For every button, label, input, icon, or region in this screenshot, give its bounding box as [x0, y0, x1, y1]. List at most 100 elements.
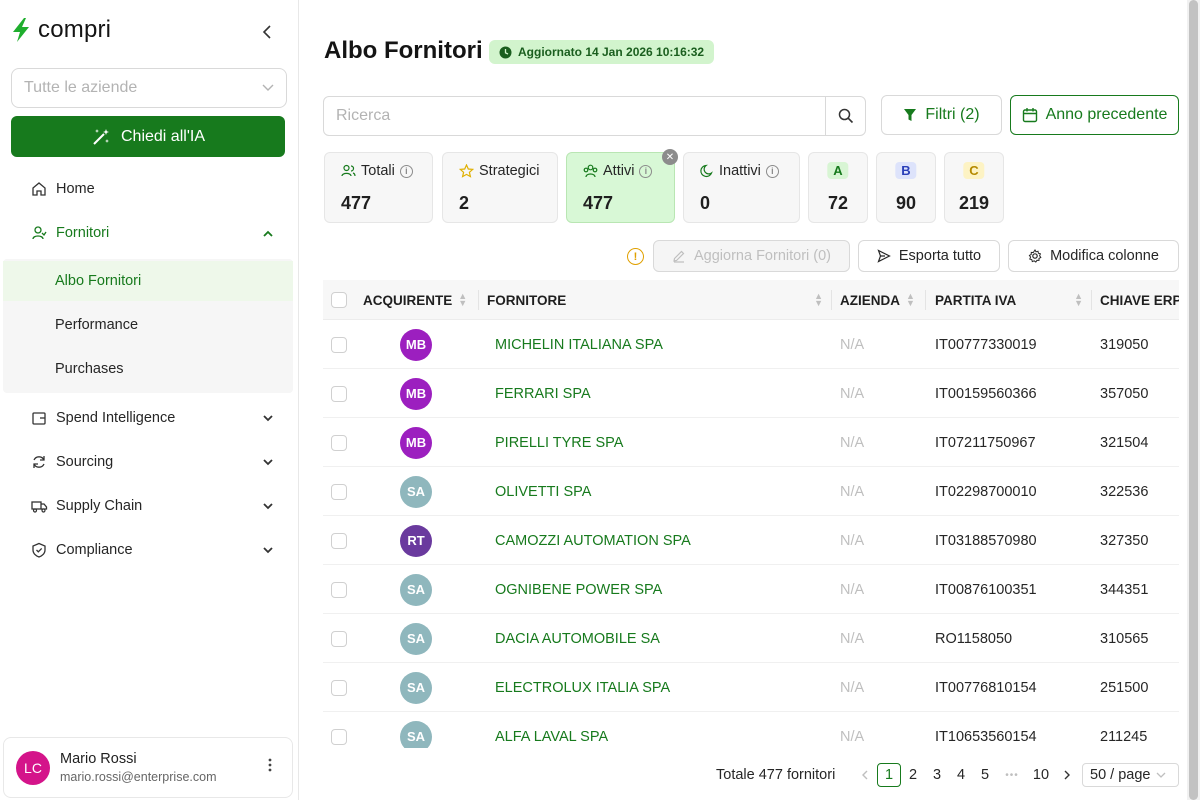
column-header-vat[interactable]: PARTITA IVA ▲ ▼ [935, 280, 1085, 320]
pagination-page[interactable]: 10 [1027, 763, 1055, 787]
sort-icon[interactable]: ▲ ▼ [1074, 292, 1083, 308]
pagination-next-icon[interactable] [1055, 763, 1079, 787]
supplier-link[interactable]: PIRELLI TYRE SPA [495, 418, 623, 467]
row-checkbox[interactable] [331, 663, 347, 712]
pagination-page[interactable]: 1 [877, 763, 901, 787]
page-size-select[interactable]: 50 / page [1082, 763, 1179, 787]
search-button[interactable] [825, 97, 865, 135]
info-icon[interactable]: i [639, 164, 653, 178]
table-row[interactable]: SA OGNIBENE POWER SPA N/A IT00876100351 3443… [323, 565, 1179, 614]
sort-icon[interactable]: ▲ ▼ [814, 292, 823, 308]
sidebar-item-home[interactable]: Home [0, 169, 299, 209]
supplier-link[interactable]: CAMOZZI AUTOMATION SPA [495, 516, 691, 565]
table-row[interactable]: MB MICHELIN ITALIANA SPA N/A IT00777330019 3… [323, 320, 1179, 369]
row-checkbox[interactable] [331, 565, 347, 614]
row-checkbox[interactable] [331, 320, 347, 369]
search-box [323, 96, 866, 136]
stat-value: 477 [583, 193, 614, 213]
table-row[interactable]: SA ALFA LAVAL SPA N/A IT10653560154 211245 [323, 712, 1179, 748]
brand-logo[interactable]: compri [10, 16, 111, 44]
buyer-avatar[interactable]: SA [400, 475, 432, 508]
row-checkbox[interactable] [331, 516, 347, 565]
supplier-link[interactable]: OGNIBENE POWER SPA [495, 565, 662, 614]
company-select[interactable]: Tutte le aziende [11, 68, 287, 108]
edit-columns-button[interactable]: Modifica colonne [1008, 240, 1179, 272]
scrollbar-thumb[interactable] [1189, 0, 1198, 800]
supplier-link[interactable]: OLIVETTI SPA [495, 467, 591, 516]
buyer-cell: SA [400, 712, 432, 748]
info-icon[interactable]: i [399, 164, 413, 178]
stat-card-grade-a[interactable]: A 72 [808, 152, 868, 223]
table-row[interactable]: SA ELECTROLUX ITALIA SPA N/A IT00776810154 2… [323, 663, 1179, 712]
column-divider [925, 290, 926, 310]
clear-filter-close-icon[interactable]: ✕ [662, 149, 678, 165]
stat-card-strategici[interactable]: Strategici 2 [442, 152, 558, 223]
table-row[interactable]: SA DACIA AUTOMOBILE SA N/A RO1158050 310565 [323, 614, 1179, 663]
collapse-sidebar-button[interactable] [258, 22, 278, 42]
row-checkbox[interactable] [331, 614, 347, 663]
sidebar-item-compliance[interactable]: Compliance [0, 530, 299, 570]
update-suppliers-button[interactable]: Aggiorna Fornitori (0) [653, 240, 850, 272]
pagination-ellipsis[interactable]: ••• [997, 763, 1027, 787]
user-card[interactable]: LC Mario Rossi mario.rossi@enterprise.co… [3, 737, 293, 798]
buyer-avatar[interactable]: SA [400, 573, 432, 606]
buyer-avatar[interactable]: SA [400, 671, 432, 704]
stat-card-totali[interactable]: Totali i 477 [324, 152, 433, 223]
sort-icon[interactable]: ▲ ▼ [906, 292, 915, 308]
sidebar-item-sourcing[interactable]: Sourcing [0, 442, 299, 482]
column-header-buyer[interactable]: ACQUIRENTE ▲ ▼ [363, 280, 467, 320]
main-content: Albo Fornitori Aggiornato 14 Jan 2026 10… [300, 0, 1200, 800]
table-row[interactable]: SA OLIVETTI SPA N/A IT02298700010 322536 [323, 467, 1179, 516]
sidebar-subitem-purchases[interactable]: Purchases [3, 349, 293, 389]
buyer-avatar[interactable]: MB [400, 377, 432, 410]
stat-card-grade-b[interactable]: B 90 [876, 152, 936, 223]
stat-card-attivi[interactable]: Attivi i 477 ✕ [566, 149, 678, 223]
pagination-prev-icon[interactable] [853, 763, 877, 787]
previous-year-button[interactable]: Anno precedente [1010, 95, 1179, 135]
pagination-page[interactable]: 4 [949, 763, 973, 787]
table-row[interactable]: MB PIRELLI TYRE SPA N/A IT07211750967 321504 [323, 418, 1179, 467]
sidebar-subitem-performance[interactable]: Performance [3, 305, 293, 345]
pagination: 1 2 3 4 5 ••• 10 [853, 762, 1079, 788]
buyer-avatar[interactable]: SA [400, 622, 432, 655]
select-all-checkbox[interactable] [331, 280, 347, 320]
export-all-button[interactable]: Esporta tutto [858, 240, 1000, 272]
supplier-link[interactable]: MICHELIN ITALIANA SPA [495, 320, 663, 369]
row-checkbox[interactable] [331, 418, 347, 467]
column-header-supplier[interactable]: FORNITORE ▲ ▼ [487, 280, 827, 320]
table-row[interactable]: RT CAMOZZI AUTOMATION SPA N/A IT03188570980… [323, 516, 1179, 565]
ask-ai-button[interactable]: Chiedi all'IA [11, 116, 285, 157]
row-checkbox[interactable] [331, 369, 347, 418]
search-input[interactable] [324, 97, 825, 135]
pagination-page[interactable]: 3 [925, 763, 949, 787]
column-header-erp-key[interactable]: CHIAVE ERP [1100, 280, 1179, 320]
buyer-avatar[interactable]: RT [400, 524, 432, 557]
supplier-link[interactable]: ELECTROLUX ITALIA SPA [495, 663, 670, 712]
stat-card-inattivi[interactable]: Inattivi i 0 [683, 152, 800, 223]
sidebar-item-spend-intelligence[interactable]: Spend Intelligence [0, 398, 299, 438]
sidebar-subitem-albo-fornitori[interactable]: Albo Fornitori [3, 261, 293, 301]
warning-icon[interactable]: ! [627, 248, 644, 265]
supplier-link[interactable]: DACIA AUTOMOBILE SA [495, 614, 660, 663]
stat-card-grade-c[interactable]: C 219 [944, 152, 1004, 223]
sort-icon[interactable]: ▲ ▼ [458, 292, 467, 308]
column-header-company[interactable]: AZIENDA ▲ ▼ [840, 280, 915, 320]
pagination-page[interactable]: 2 [901, 763, 925, 787]
supplier-link[interactable]: ALFA LAVAL SPA [495, 712, 608, 748]
table-row[interactable]: MB FERRARI SPA N/A IT00159560366 357050 [323, 369, 1179, 418]
row-checkbox[interactable] [331, 712, 347, 748]
buyer-avatar[interactable]: MB [400, 328, 432, 361]
row-checkbox[interactable] [331, 467, 347, 516]
sidebar-item-supply-chain[interactable]: Supply Chain [0, 486, 299, 526]
more-vertical-icon[interactable] [268, 758, 272, 777]
pagination-page[interactable]: 5 [973, 763, 997, 787]
ask-ai-label: Chiedi all'IA [121, 127, 205, 145]
buyer-avatar[interactable]: MB [400, 426, 432, 459]
scrollbar[interactable] [1187, 0, 1200, 800]
filters-button[interactable]: Filtri (2) [881, 95, 1002, 135]
info-icon[interactable]: i [765, 164, 779, 178]
chevron-down-icon [263, 543, 273, 557]
supplier-link[interactable]: FERRARI SPA [495, 369, 591, 418]
buyer-avatar[interactable]: SA [400, 720, 432, 748]
sidebar-item-fornitori[interactable]: Fornitori [0, 213, 299, 253]
